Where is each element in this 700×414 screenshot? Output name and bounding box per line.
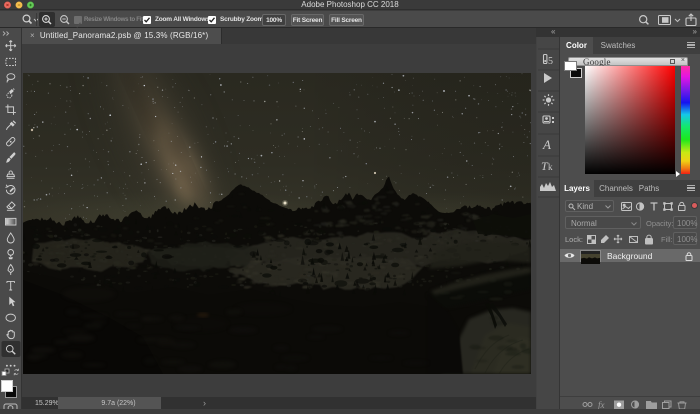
svg-text:fx: fx (598, 400, 605, 409)
svg-text:k: k (548, 162, 553, 172)
svg-text:5: 5 (548, 56, 553, 67)
svg-text:A: A (542, 137, 551, 152)
